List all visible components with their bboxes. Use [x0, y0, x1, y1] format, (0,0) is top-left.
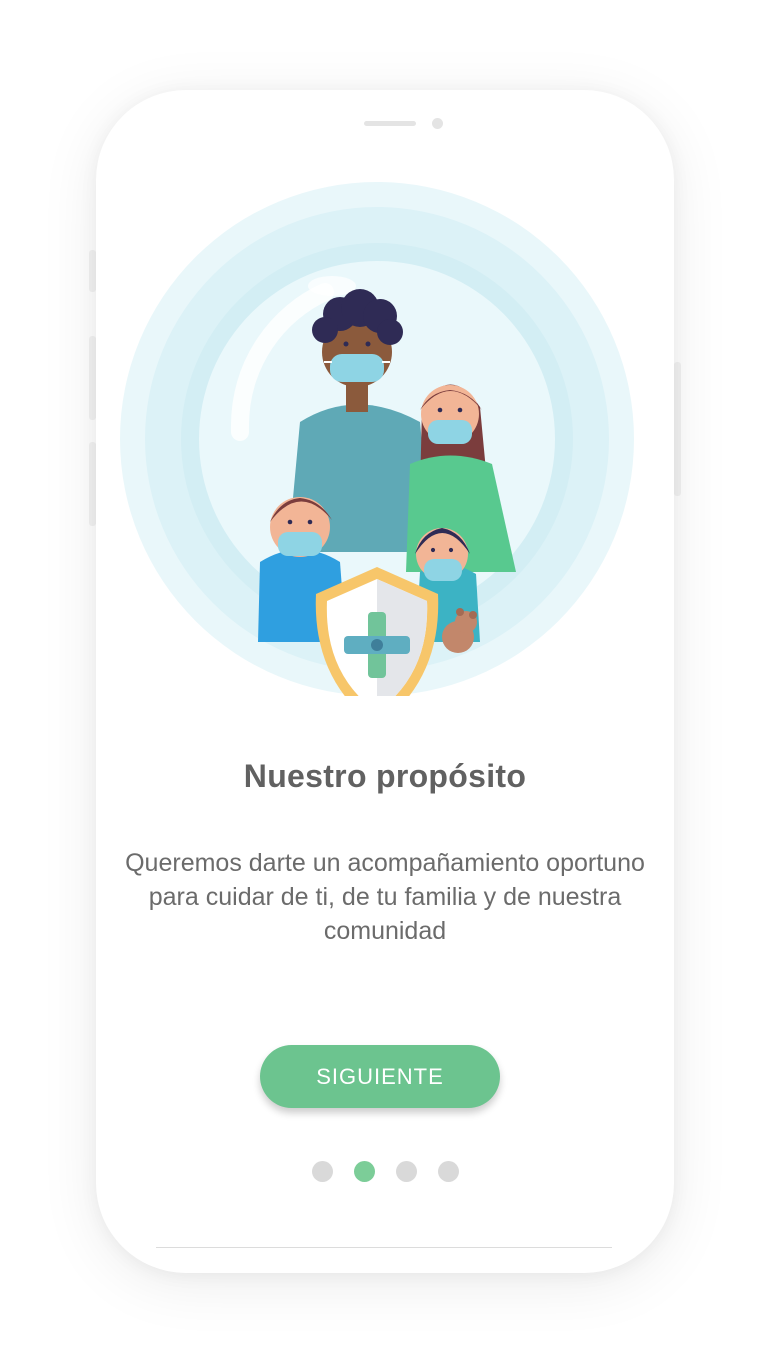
family-masks-shield-illustration [120, 182, 634, 696]
phone-side-button [89, 336, 96, 420]
shield-icon [315, 567, 439, 696]
phone-frame: Nuestro propósito Queremos darte un acom… [96, 90, 674, 1273]
pagination-dots [96, 1161, 674, 1183]
home-indicator [156, 1247, 612, 1248]
pagination-dot[interactable] [311, 1161, 333, 1182]
phone-speaker [364, 121, 416, 126]
pagination-dot[interactable] [395, 1161, 417, 1182]
pagination-dot-active[interactable] [353, 1161, 375, 1182]
screen: Nuestro propósito Queremos darte un acom… [0, 0, 770, 1365]
pagination-dot[interactable] [437, 1161, 459, 1182]
next-button[interactable]: SIGUIENTE [260, 1045, 500, 1108]
onboarding-title: Nuestro propósito [243, 758, 527, 794]
onboarding-description: Queremos darte un acompañamiento oportun… [125, 849, 645, 945]
phone-side-button [674, 362, 681, 496]
phone-camera [432, 118, 443, 129]
phone-side-button [89, 250, 96, 292]
phone-side-button [89, 442, 96, 526]
